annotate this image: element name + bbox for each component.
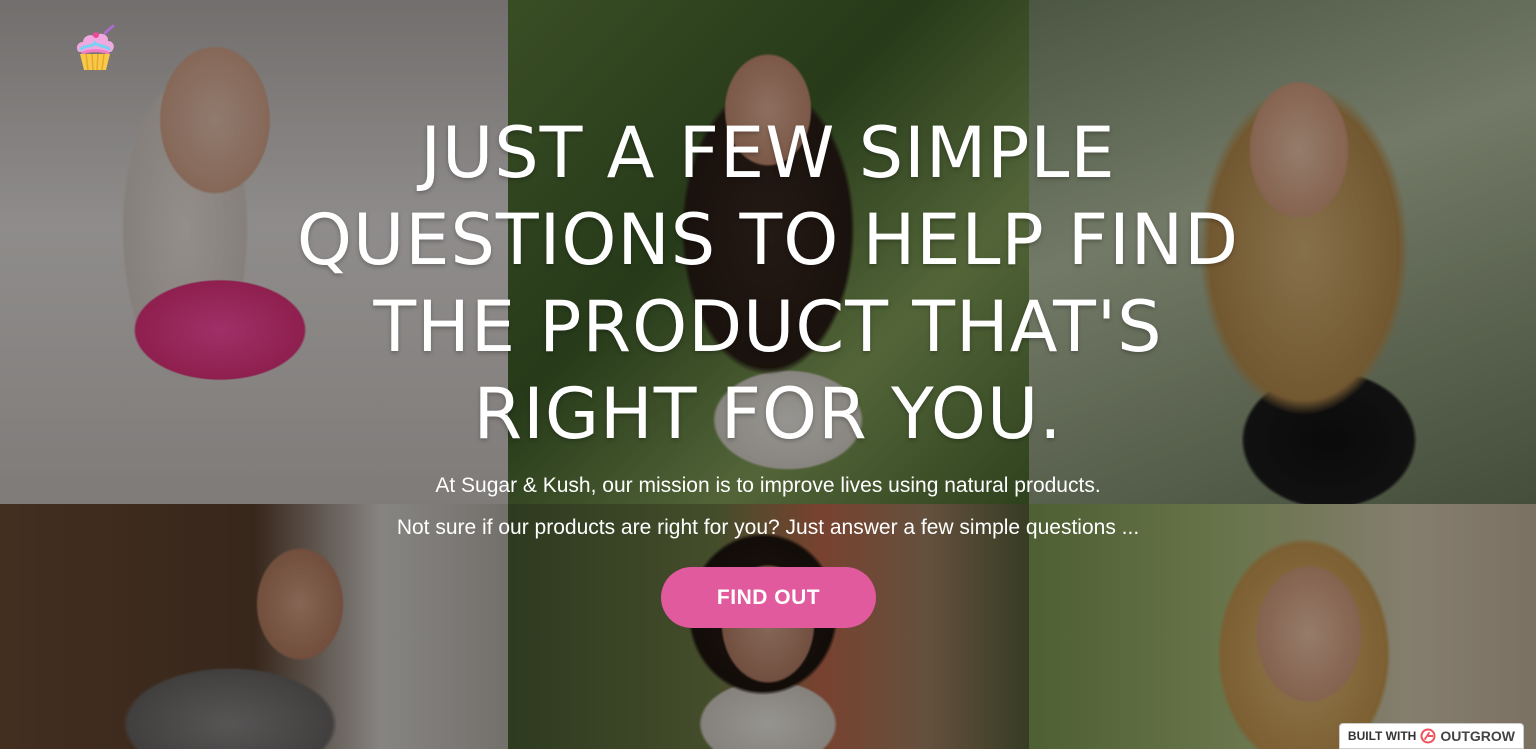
mission-text: At Sugar & Kush, our mission is to impro… — [435, 474, 1101, 497]
hero-headline: JUST A FEW SIMPLE QUESTIONS TO HELP FIND… — [296, 112, 1240, 455]
built-with-label: BUILT WITH — [1347, 729, 1417, 743]
outgrow-brand-label: OUTGROW — [1440, 728, 1515, 744]
find-out-button[interactable]: FIND OUT — [661, 567, 876, 628]
outgrow-logo-icon — [1420, 728, 1436, 744]
quiz-intro-text: Not sure if our products are right for y… — [396, 516, 1140, 539]
built-with-outgrow-badge[interactable]: BUILT WITH OUTGROW — [1338, 723, 1524, 749]
quiz-landing-page: JUST A FEW SIMPLE QUESTIONS TO HELP FIND… — [0, 0, 1536, 749]
cupcake-icon[interactable] — [71, 24, 119, 79]
